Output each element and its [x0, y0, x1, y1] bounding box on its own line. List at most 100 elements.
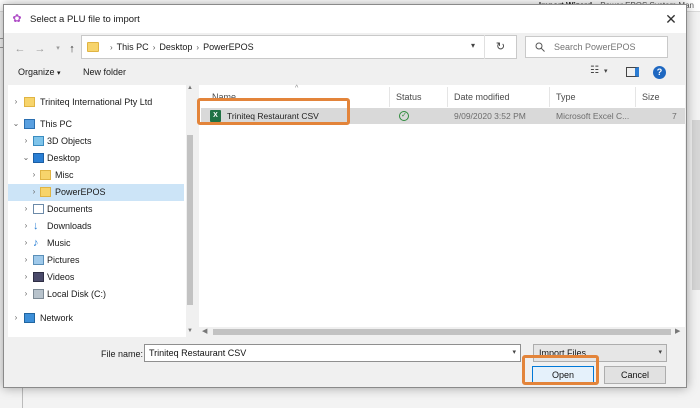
nav-label: PowerEPOS	[55, 187, 106, 197]
nav-item-local-disk[interactable]: › Local Disk (C:)	[8, 286, 184, 303]
nav-label: This PC	[40, 119, 73, 129]
search-icon	[535, 42, 545, 52]
column-header-date[interactable]: Date modified	[454, 92, 510, 102]
filetype-dropdown-chevron-icon: ▾	[658, 349, 662, 356]
breadcrumb-powerepos[interactable]: PowerEPOS	[203, 42, 254, 52]
nav-item-network[interactable]: › Network	[8, 310, 184, 327]
nav-label: Music	[47, 238, 71, 248]
chevron-right-icon[interactable]: ›	[30, 187, 38, 196]
nav-item-misc[interactable]: › Misc	[8, 167, 184, 184]
nav-item-3d-objects[interactable]: › 3D Objects	[8, 133, 184, 150]
chevron-right-icon: ›	[110, 43, 113, 52]
nav-label: Local Disk (C:)	[47, 289, 107, 299]
desktop-icon	[33, 153, 44, 163]
search-box[interactable]	[525, 36, 668, 58]
preview-pane-icon[interactable]	[626, 67, 639, 77]
search-input[interactable]	[554, 40, 664, 54]
nav-item-this-pc[interactable]: ⌄ This PC	[8, 116, 184, 133]
open-button-highlight-callout	[522, 355, 599, 385]
file-date-modified: 9/09/2020 3:52 PM	[454, 111, 526, 121]
new-folder-button[interactable]: New folder	[83, 67, 126, 77]
forward-arrow-icon[interactable]: →	[32, 41, 48, 57]
filename-value: Triniteq Restaurant CSV	[149, 348, 247, 358]
nav-label: 3D Objects	[47, 136, 92, 146]
address-dropdown-chevron-icon[interactable]: ▾	[467, 41, 479, 50]
nav-label: Desktop	[47, 153, 81, 163]
close-button[interactable]: ✕	[660, 10, 682, 28]
column-header-type[interactable]: Type	[556, 92, 576, 102]
nav-item-pictures[interactable]: › Pictures	[8, 252, 184, 269]
address-bar[interactable]: › This PC › Desktop › PowerEPOS	[81, 35, 517, 59]
help-icon[interactable]: ?	[653, 66, 666, 79]
nav-item-powerepos[interactable]: › PowerEPOS	[8, 184, 184, 201]
nav-label: Videos	[47, 272, 75, 282]
column-divider[interactable]	[389, 87, 390, 107]
breadcrumb-desktop[interactable]: Desktop	[159, 42, 192, 52]
refresh-icon: ↻	[495, 41, 506, 53]
3d-objects-icon	[33, 136, 44, 146]
chevron-right-icon[interactable]: ›	[30, 170, 38, 179]
chevron-right-icon[interactable]: ›	[12, 97, 20, 106]
file-list-hscrollbar[interactable]: ◀ ▶	[199, 327, 685, 337]
breadcrumb-this-pc[interactable]: This PC	[117, 42, 149, 52]
documents-icon	[33, 204, 44, 214]
nav-label: Downloads	[47, 221, 92, 231]
computer-icon	[24, 119, 35, 129]
app-logo-icon: ✿	[12, 13, 22, 25]
nav-item-music[interactable]: › ♪ Music	[8, 235, 184, 252]
file-list-hscrollbar-thumb[interactable]	[213, 329, 671, 335]
view-options-icon[interactable]: ☷	[590, 65, 599, 76]
filename-field[interactable]: Triniteq Restaurant CSV ▾	[144, 344, 521, 362]
nav-scrollbar[interactable]: ▲ ▼	[186, 85, 194, 337]
pictures-icon	[33, 255, 44, 265]
folder-icon	[87, 42, 99, 52]
sync-ok-icon: ✓	[399, 111, 409, 121]
chevron-right-icon[interactable]: ›	[22, 221, 30, 230]
chevron-right-icon[interactable]: ›	[22, 238, 30, 247]
chevron-right-icon[interactable]: ›	[22, 272, 30, 281]
up-arrow-icon[interactable]: ↑	[64, 41, 80, 57]
organize-button[interactable]: Organize ▾	[18, 67, 61, 77]
chevron-right-icon[interactable]: ›	[22, 136, 30, 145]
nav-item-desktop[interactable]: ⌄ Desktop	[8, 150, 184, 167]
sort-ascending-icon: ^	[295, 85, 299, 92]
chevron-right-icon: ›	[196, 43, 200, 52]
filename-dropdown-chevron-icon[interactable]: ▾	[512, 348, 516, 356]
scroll-down-icon[interactable]: ▼	[186, 328, 194, 334]
nav-scrollbar-thumb[interactable]	[187, 135, 193, 305]
scroll-up-icon[interactable]: ▲	[186, 85, 194, 91]
scroll-left-icon[interactable]: ◀	[202, 327, 207, 335]
nav-label: Network	[40, 313, 74, 323]
filename-label: File name:	[101, 349, 144, 359]
back-arrow-icon[interactable]: ←	[12, 41, 28, 57]
nav-item-triniteq[interactable]: › Triniteq International Pty Ltd	[8, 94, 184, 111]
nav-item-videos[interactable]: › Videos	[8, 269, 184, 286]
disk-icon	[33, 289, 44, 299]
column-divider[interactable]	[549, 87, 550, 107]
network-icon	[24, 313, 35, 323]
chevron-right-icon[interactable]: ›	[22, 289, 30, 298]
chevron-down-icon[interactable]: ⌄	[12, 119, 20, 128]
nav-item-documents[interactable]: › Documents	[8, 201, 184, 218]
nav-label: Misc	[55, 170, 74, 180]
column-header-status[interactable]: Status	[396, 92, 422, 102]
column-header-size[interactable]: Size	[642, 92, 660, 102]
chevron-down-icon[interactable]: ⌄	[22, 153, 30, 162]
column-divider[interactable]	[635, 87, 636, 107]
file-highlight-callout	[197, 98, 350, 125]
file-open-dialog: ✿ Select a PLU file to import ✕ ← → ▾ ↑ …	[3, 4, 687, 388]
view-chevron-down-icon[interactable]: ▾	[604, 67, 608, 75]
nav-item-downloads[interactable]: › ↓ Downloads	[8, 218, 184, 235]
chevron-right-icon[interactable]: ›	[22, 255, 30, 264]
file-type: Microsoft Excel C...	[556, 111, 630, 121]
chevron-down-icon: ▾	[57, 70, 61, 77]
chevron-right-icon[interactable]: ›	[12, 313, 20, 322]
organize-label: Organize	[18, 67, 55, 77]
nav-label: Triniteq International Pty Ltd	[40, 97, 153, 107]
navigation-pane: › Triniteq International Pty Ltd ⌄ This …	[8, 85, 194, 337]
scroll-right-icon[interactable]: ▶	[675, 327, 680, 335]
refresh-button[interactable]: ↻	[484, 35, 516, 59]
cancel-button[interactable]: Cancel	[604, 366, 666, 384]
column-divider[interactable]	[447, 87, 448, 107]
chevron-right-icon[interactable]: ›	[22, 204, 30, 213]
